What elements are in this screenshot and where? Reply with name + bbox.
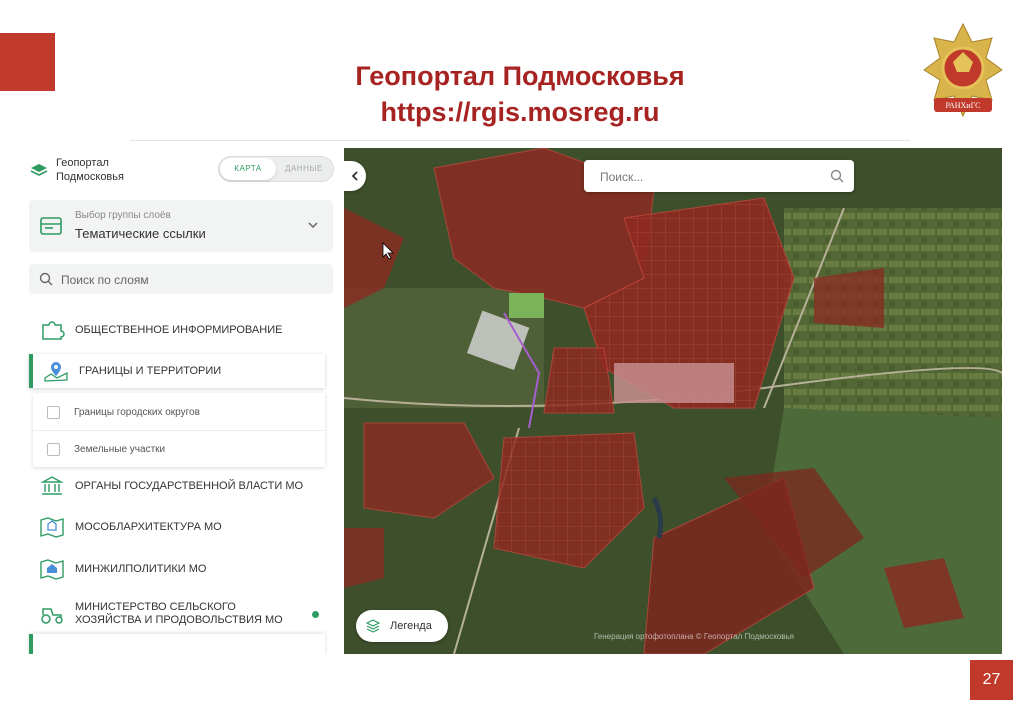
map-attribution: Генерация ортофотоплана © Геопортал Подм… [594,632,794,641]
slide-accent-block [0,33,55,91]
category-borders-territories[interactable]: ГРАНИЦЫ И ТЕРРИТОРИИ [29,354,325,388]
map-view[interactable]: Легенда Генерация ортофотоплана © Геопор… [344,148,1002,654]
page-number: 27 [970,660,1013,700]
chevron-down-icon [308,222,318,229]
category-label: ГРАНИЦЫ И ТЕРРИТОРИИ [79,364,222,377]
tractor-icon [41,608,63,624]
category-public-info[interactable]: ОБЩЕСТВЕННОЕ ИНФОРМИРОВАНИЕ [29,313,325,347]
slide-title-url: https://rgis.mosreg.ru [380,97,660,127]
sublayer-label: Границы городских округов [74,406,200,418]
sublayer-checkbox[interactable] [47,442,60,456]
portal-logo-text: Геопортал Подмосковья [56,157,124,183]
map-search[interactable] [584,160,854,192]
chevron-left-icon [351,171,358,181]
category-partially-visible[interactable] [29,634,325,654]
sublayer-checkbox[interactable] [47,405,60,419]
sublayer-city-district-borders[interactable]: Границы городских округов [33,394,325,430]
portal-logo[interactable]: Геопортал Подмосковья [30,156,156,184]
ranepa-emblem: РАНХиГС [923,22,1003,118]
category-label: МИНИСТЕРСТВО СЕЛЬСКОГО ХОЗЯЙСТВА И ПРОДО… [75,601,283,626]
layer-group-select[interactable]: Выбор группы слоёв Тематические ссылки [29,200,333,252]
sublayer-label: Земельные участки [74,443,166,455]
slide-title-line-1: Геопортал Подмосковья [355,61,685,91]
emblem-text: РАНХиГС [946,101,981,110]
layer-group-caption: Выбор группы слоёв [75,210,171,221]
map-search-input[interactable] [598,166,822,188]
category-label: ОРГАНЫ ГОСУДАРСТВЕННОЙ ВЛАСТИ МО [75,479,304,492]
category-mosoblarchitecture[interactable]: МОСОБЛАРХИТЕКТУРА МО [29,510,325,544]
government-building-icon [40,476,64,495]
layer-search[interactable] [29,264,333,294]
search-icon[interactable] [830,169,844,183]
category-housing-policy[interactable]: МИНЖИЛПОЛИТИКИ МО [29,552,325,586]
map-mode-button[interactable]: КАРТА [220,158,276,180]
sublayer-list: Границы городских округов Земельные учас… [33,393,325,467]
slide-title: Геопортал Подмосковья https://rgis.mosre… [230,58,810,130]
data-mode-button[interactable]: ДАННЫЕ [276,158,332,180]
legend-button[interactable]: Легенда [356,610,448,642]
housing-map-icon [40,559,64,580]
layers-panel: Геопортал Подмосковья КАРТА ДАННЫЕ Выбор… [24,148,344,654]
layer-group-value: Тематические ссылки [75,226,206,241]
layers-logo-icon [30,164,48,176]
map-pin-icon [44,362,68,382]
legend-label: Легенда [390,620,432,632]
puzzle-icon [42,321,65,340]
satellite-map-canvas[interactable] [344,148,1002,654]
category-label: МИНЖИЛПОЛИТИКИ МО [75,562,207,575]
map-data-toggle[interactable]: КАРТА ДАННЫЕ [218,156,334,182]
category-label: ОБЩЕСТВЕННОЕ ИНФОРМИРОВАНИЕ [75,323,283,336]
architecture-map-icon [40,517,64,538]
sublayer-land-plots[interactable]: Земельные участки [33,430,325,467]
active-indicator-dot [312,610,319,618]
mouse-cursor-icon [382,242,394,260]
search-icon [39,272,53,286]
category-government-bodies[interactable]: ОРГАНЫ ГОСУДАРСТВЕННОЙ ВЛАСТИ МО [29,469,325,503]
layers-icon [366,619,380,633]
category-label: МОСОБЛАРХИТЕКТУРА МО [75,520,222,533]
title-divider [130,140,910,141]
layer-group-icon [40,217,62,235]
layer-search-input[interactable] [59,269,323,291]
category-agriculture-ministry[interactable]: МИНИСТЕРСТВО СЕЛЬСКОГО ХОЗЯЙСТВА И ПРОДО… [29,596,325,632]
